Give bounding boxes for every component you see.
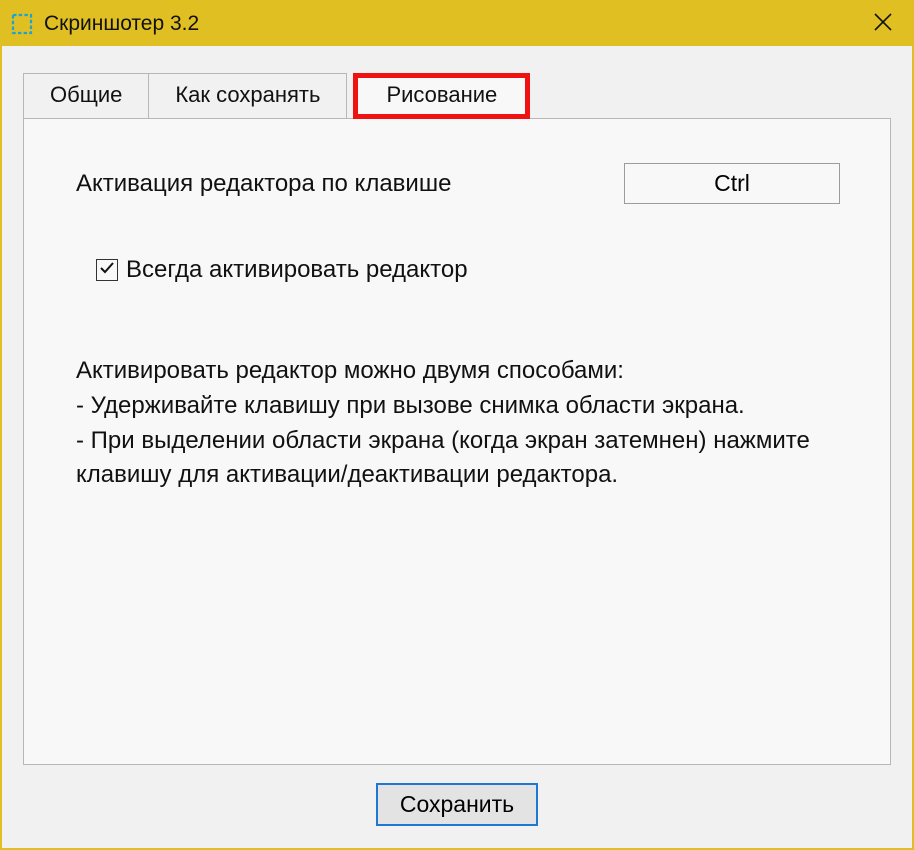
app-icon bbox=[10, 12, 34, 36]
always-activate-label: Всегда активировать редактор bbox=[126, 256, 468, 284]
always-activate-row[interactable]: Всегда активировать редактор bbox=[96, 256, 840, 284]
help-text: Активировать редактор можно двумя способ… bbox=[76, 354, 840, 493]
tab-strip: Общие Как сохранять Рисование bbox=[23, 72, 891, 118]
always-activate-checkbox[interactable] bbox=[96, 259, 118, 281]
tab-how-to-save[interactable]: Как сохранять bbox=[148, 73, 347, 119]
client-area: Общие Как сохранять Рисование Активация … bbox=[2, 46, 912, 848]
tab-panel-drawing: Активация редактора по клавише Ctrl Всег… bbox=[23, 118, 891, 765]
activation-row: Активация редактора по клавише Ctrl bbox=[76, 163, 840, 204]
close-icon bbox=[874, 13, 892, 36]
close-button[interactable] bbox=[854, 2, 912, 46]
titlebar: Скриншотер 3.2 bbox=[2, 2, 912, 46]
checkmark-icon bbox=[99, 260, 115, 281]
app-window: Скриншотер 3.2 Общие Как сохранять Рисов… bbox=[0, 0, 914, 850]
tab-drawing-label: Рисование bbox=[358, 78, 525, 114]
footer: Сохранить bbox=[23, 765, 891, 826]
save-button[interactable]: Сохранить bbox=[376, 783, 538, 826]
activation-label: Активация редактора по клавише bbox=[76, 170, 451, 198]
window-title: Скриншотер 3.2 bbox=[44, 12, 199, 36]
tab-general[interactable]: Общие bbox=[23, 73, 149, 119]
activation-key-select[interactable]: Ctrl bbox=[624, 163, 840, 204]
tab-drawing[interactable]: Рисование bbox=[353, 73, 530, 119]
